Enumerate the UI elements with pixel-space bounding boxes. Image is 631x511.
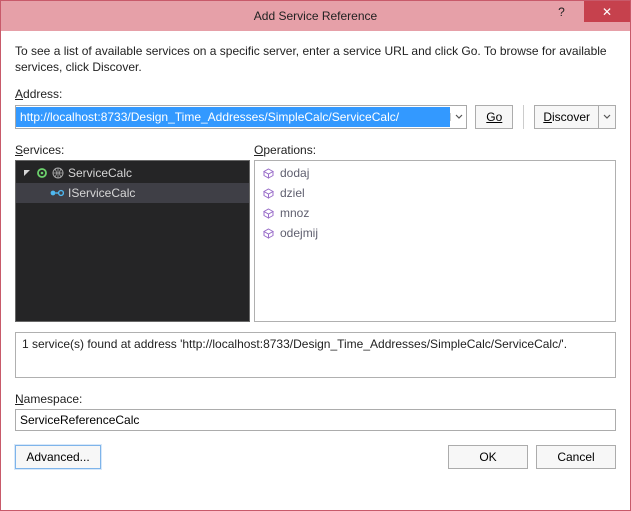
operation-item[interactable]: mnoz <box>255 203 615 223</box>
window-title: Add Service Reference <box>1 9 630 23</box>
close-icon: ✕ <box>602 5 612 19</box>
method-icon <box>263 168 274 179</box>
separator <box>523 105 524 129</box>
namespace-input[interactable] <box>15 409 616 431</box>
panes: Services: ServiceCalc IServiceCalc Opera <box>15 143 616 322</box>
namespace-label: Namespace: <box>15 392 616 406</box>
go-button[interactable]: Go <box>475 105 513 129</box>
method-icon <box>263 208 274 219</box>
cancel-button[interactable]: Cancel <box>536 445 616 469</box>
address-label: Address: <box>15 87 616 101</box>
address-combo[interactable] <box>15 105 467 129</box>
advanced-button[interactable]: Advanced... <box>15 445 101 469</box>
operation-label: odejmij <box>280 226 318 240</box>
discover-dropdown-button[interactable] <box>598 105 616 129</box>
titlebar: Add Service Reference ? ✕ <box>1 1 630 31</box>
interface-icon <box>50 188 64 198</box>
operation-label: dziel <box>280 186 305 200</box>
services-label: Services: <box>15 143 250 157</box>
close-button[interactable]: ✕ <box>584 1 630 22</box>
operations-pane: Operations: dodaj dziel mnoz <box>254 143 616 322</box>
tree-node-interface[interactable]: IServiceCalc <box>16 183 249 203</box>
operation-item[interactable]: dziel <box>255 183 615 203</box>
discover-split-button: Discover <box>534 105 616 129</box>
globe-icon <box>52 167 64 179</box>
operation-label: mnoz <box>280 206 309 220</box>
operation-item[interactable]: dodaj <box>255 163 615 183</box>
intro-text: To see a list of available services on a… <box>15 43 616 75</box>
operations-list[interactable]: dodaj dziel mnoz odejmij <box>254 160 616 322</box>
help-icon: ? <box>558 5 565 19</box>
dialog-window: Add Service Reference ? ✕ To see a list … <box>0 0 631 511</box>
address-dropdown-button[interactable] <box>450 113 466 121</box>
footer: Advanced... OK Cancel <box>15 445 616 469</box>
status-box: 1 service(s) found at address 'http://lo… <box>15 332 616 378</box>
chevron-down-icon <box>603 113 611 121</box>
operation-label: dodaj <box>280 166 309 180</box>
services-tree[interactable]: ServiceCalc IServiceCalc <box>15 160 250 322</box>
titlebar-buttons: ? ✕ <box>539 1 630 22</box>
discover-button[interactable]: Discover <box>534 105 598 129</box>
gear-icon <box>36 167 48 179</box>
ok-button[interactable]: OK <box>448 445 528 469</box>
address-row: Go Discover <box>15 105 616 129</box>
method-icon <box>263 228 274 239</box>
tree-node-label: IServiceCalc <box>68 186 135 200</box>
chevron-down-icon <box>455 113 463 121</box>
tree-node-label: ServiceCalc <box>68 166 132 180</box>
method-icon <box>263 188 274 199</box>
operations-label: Operations: <box>254 143 616 157</box>
expand-icon <box>22 168 32 178</box>
help-button[interactable]: ? <box>539 1 584 22</box>
tree-node-service[interactable]: ServiceCalc <box>16 163 249 183</box>
client-area: To see a list of available services on a… <box>1 31 630 510</box>
status-text: 1 service(s) found at address 'http://lo… <box>22 337 567 351</box>
operation-item[interactable]: odejmij <box>255 223 615 243</box>
services-pane: Services: ServiceCalc IServiceCalc <box>15 143 250 322</box>
address-input[interactable] <box>16 107 450 127</box>
